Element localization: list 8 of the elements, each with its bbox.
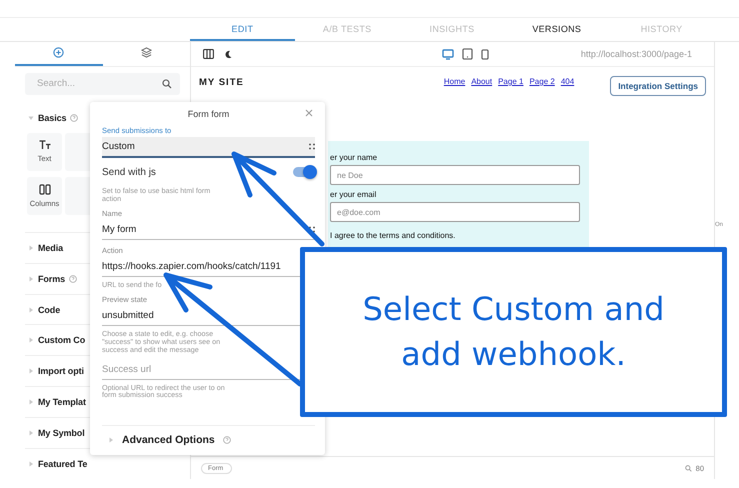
agree-text: I agree to the terms and conditions. xyxy=(330,231,456,240)
field-label: er your email xyxy=(330,190,378,199)
annotation-text: Select Custom and add webhook. xyxy=(362,289,666,375)
dialog-title: Form form xyxy=(188,109,230,119)
field-label: er your name xyxy=(330,153,378,162)
page-url: http://localhost:3000/page-1 xyxy=(580,49,692,59)
toggle-label: Send with js xyxy=(102,166,156,178)
site-title: MY SITE xyxy=(199,77,244,88)
